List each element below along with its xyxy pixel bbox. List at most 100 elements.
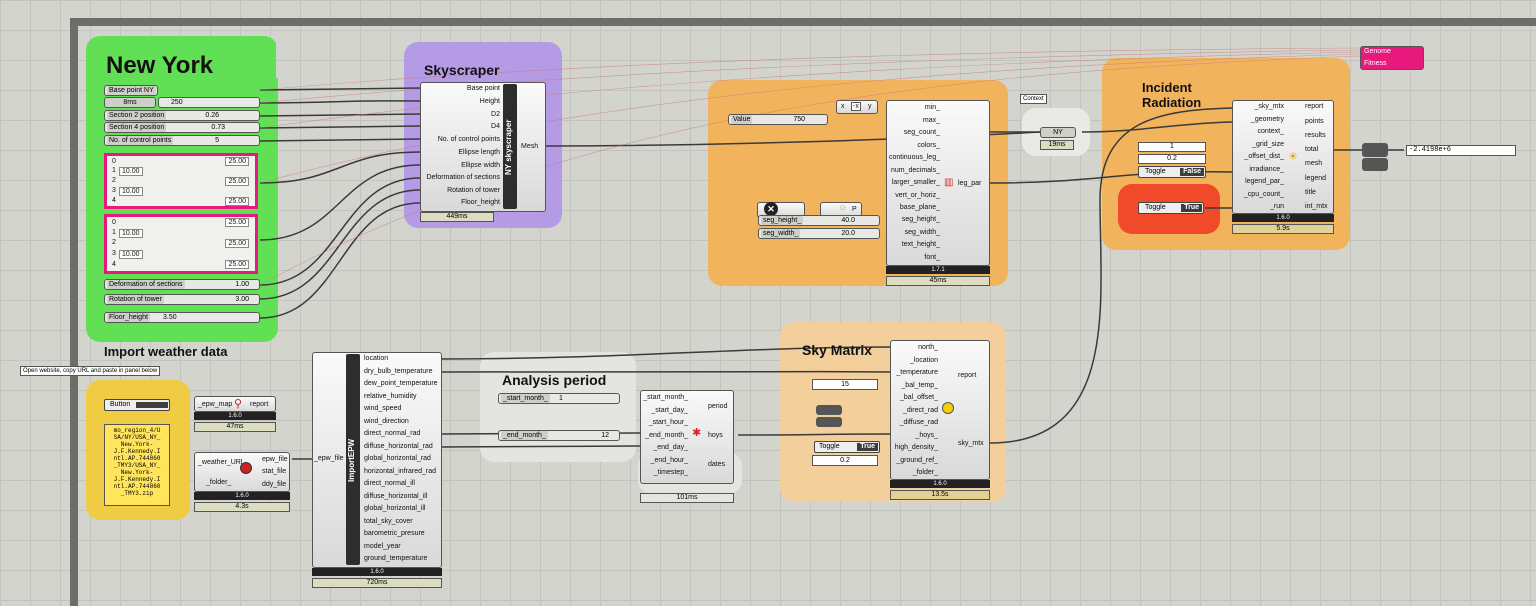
epw-out-12: global_horizontal_ill [364,505,426,512]
offset-panel[interactable]: 0.2 [1138,154,1206,164]
leg-in-5: num_decimals_ [890,167,940,174]
sky-version: 1.6.0 [890,480,990,488]
import-tip: Open website, copy URL and paste in pane… [20,366,161,376]
legend-version: 1.7.1 [886,266,990,274]
sum-component[interactable] [1362,143,1388,157]
leg-in-0: min_ [924,104,940,111]
sm-in-6: _diffuse_rad [899,419,938,426]
sm-in-1: _location [909,357,938,364]
sm-out-0: report [958,372,977,379]
ap-in-2: _start_hour_ [648,419,688,426]
magnifier-icon: ⚲ [234,398,243,410]
ap-in-4: _end_day_ [653,444,688,451]
epw-out-5: wind_direction [364,418,409,425]
epw-out-2: dew_point_temperature [364,380,438,387]
leg-in-9: seg_height_ [901,216,940,223]
run-toggle-false[interactable]: Toggle False [1138,166,1206,178]
floor-height-slider[interactable]: Floor_height 3.50 [104,312,260,323]
dl-out-1: stat_file [262,468,287,475]
ap-in-1: _start_day_ [651,407,688,414]
epw-out-11: diffuse_horizontal_ill [364,493,428,500]
ir-out-7: int_mtx [1305,203,1328,210]
ap-out-2: dates [708,461,726,468]
ground-ref-panel[interactable]: 0.2 [812,455,878,466]
seg-height-slider[interactable]: seg_height_ 40.0 [758,215,880,226]
seg-width-slider[interactable]: seg_width_ 20.0 [758,228,880,239]
ap-in-3: _end_month_ [645,432,688,439]
sky-in-4: No. of control points [437,136,500,143]
ir-in-6: legend_par_ [1245,178,1284,185]
base-point-param[interactable]: Base point NY [104,85,158,96]
end-month-slider[interactable]: _end_month_ 12 [498,430,620,441]
relay-2[interactable] [816,417,842,427]
import-epw-name: ImportEPW [347,438,356,482]
ap-out-1: hoys [708,432,723,439]
download-time: 4.3s [194,502,290,512]
graph-mapper-2[interactable]: 0 25.00 1 10.00 2 25.00 3 10.00 4 25.00 [104,214,258,274]
epw-out-8: global_horizontal_rad [364,455,431,462]
sky-in-7: Deformation of sections [426,174,500,181]
ir-in-4: _offset_dist_ [1244,153,1284,160]
close-icon: ✕ [764,202,778,216]
value-slider[interactable]: Value 750 [728,114,828,125]
graph-mapper-1[interactable]: 0 25.00 1 10.00 2 25.00 3 10.00 4 25.00 [104,153,258,209]
section2-slider[interactable]: Section 2 position 0.26 [104,110,260,121]
control-points-slider[interactable]: No. of control points 5 [104,135,260,146]
start-month-slider[interactable]: _start_month_ 1 [498,393,620,404]
ir-out-5: legend [1305,175,1327,182]
ms-param[interactable]: 8ms [104,97,156,108]
sm-in-0: north_ [918,344,938,351]
sun-icon: ☼ [838,202,848,213]
epw-out-7: diffuse_horizontal_rad [364,443,433,450]
leg-in-2: seg_count_ [903,129,940,136]
ir-out-3: total [1305,146,1319,153]
skyscraper-name: NY skyscraper [504,119,513,175]
deformation-slider[interactable]: Deformation of sections 1.00 [104,279,260,290]
sm-in-2: _temperature [896,369,938,376]
epw-out-0: location [364,355,389,362]
grid-size-panel[interactable]: 1 [1138,142,1206,152]
incident-time: 5.9s [1232,224,1334,234]
dl-in-0: _weather_URL [198,459,245,466]
ap-in-6: _timestep_ [653,469,688,476]
open-map-button[interactable]: Button [104,399,170,411]
incident-version: 1.6.0 [1232,214,1334,222]
sky-in-6: Ellipse width [461,162,500,169]
mesh-display-component[interactable] [1362,158,1388,171]
epw-out-3: relative_humidity [364,393,417,400]
sky-in-2: D2 [491,111,500,118]
point-label: P [852,206,857,213]
url-panel[interactable]: mo_region_4/U SA/NY/USA_NY_ New.York- J.… [104,424,170,506]
run-toggle-true[interactable]: Toggle True [1138,202,1204,214]
ap-out-0: period [708,403,728,410]
epw-map-in: _epw_map [198,401,233,408]
expr-y: y [868,103,872,110]
ir-in-7: _cpu_count_ [1243,191,1284,198]
sm-in-8: high_density_ [894,444,938,451]
total-panel[interactable]: -2.4198e+6 [1406,145,1516,156]
bal-temp-panel[interactable]: 15 [812,379,878,390]
ny-param[interactable]: NY [1040,127,1076,138]
leg-in-10: seg_width_ [904,229,940,236]
ir-in-1: _geometry [1250,116,1284,123]
epw-map-out: report [250,401,269,408]
relay-1[interactable] [816,405,842,415]
section4-slider[interactable]: Section 4 position 0.73 [104,122,260,133]
leg-in-3: colors_ [917,142,940,149]
ir-in-5: irradiance_ [1249,166,1284,173]
sm-in-10: _folder_ [912,469,938,476]
genome-label: Genome [1364,48,1391,55]
ap-in-0: _start_month_ [643,394,688,401]
legend-icon: ▥ [944,177,954,188]
epw-out-9: horizontal_infrared_rad [364,468,436,475]
leg-in-1: max_ [922,117,940,124]
rotation-slider[interactable]: Rotation of tower 3.00 [104,294,260,305]
sky-in-3: D4 [491,123,500,130]
leg-in-8: base_plane_ [899,204,940,211]
height-slider[interactable]: 250 [158,97,260,108]
epw-out-16: ground_temperature [364,555,428,562]
download-version: 1.6.0 [194,492,290,500]
high-density-toggle[interactable]: Toggle True [814,441,880,453]
ir-in-3: _grid_size [1252,141,1284,148]
epw-out-10: direct_normal_ill [364,480,415,487]
